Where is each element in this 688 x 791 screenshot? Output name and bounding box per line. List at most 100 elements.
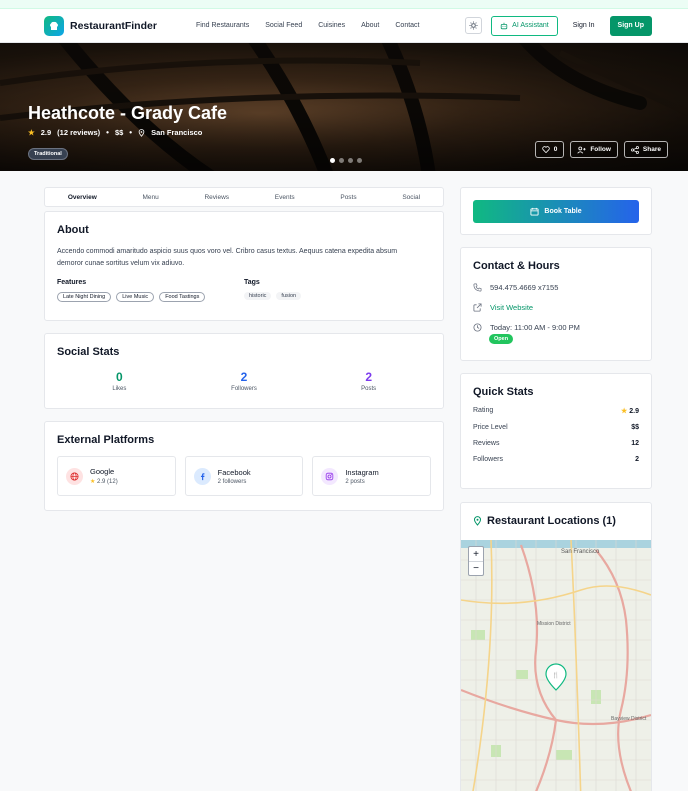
stat-value: 2 — [365, 370, 373, 384]
sun-icon — [469, 21, 478, 30]
ai-assistant-label: AI Assistant — [512, 22, 549, 29]
map-pin-icon — [138, 128, 145, 137]
phone-number[interactable]: 594.475.4669 x7155 — [490, 283, 558, 292]
rating-value: 2.9 — [40, 128, 52, 137]
website-row[interactable]: Visit Website — [473, 303, 639, 312]
nav-link-about[interactable]: About — [361, 22, 379, 29]
external-platforms-card: External Platforms Google ★ 2.9 (12) Fac… — [44, 421, 444, 511]
feature-chip: Food Tastings — [159, 292, 206, 302]
map-zoom-control: + − — [468, 546, 484, 576]
locations-title: Restaurant Locations (1) — [487, 515, 616, 527]
platform-detail: 2 posts — [345, 478, 365, 485]
hero-actions: 0 Follow Share — [534, 141, 668, 158]
tab-posts[interactable]: Posts — [340, 194, 356, 201]
share-button[interactable]: Share — [623, 141, 668, 158]
platform-google[interactable]: Google ★ 2.9 (12) — [57, 456, 176, 496]
quick-stat-row: Reviews 12 — [473, 440, 639, 447]
carousel-dot[interactable] — [357, 158, 362, 163]
locations-card: Restaurant Locations (1) San Francisco M… — [460, 502, 652, 791]
platform-name: Facebook — [217, 467, 251, 477]
quick-stat-value: 2 — [635, 456, 639, 463]
separator-dot: • — [129, 128, 133, 137]
contact-title: Contact & Hours — [473, 260, 560, 272]
social-stats-card: Social Stats 0 Likes 2 Followers 2 Posts — [44, 333, 444, 409]
theme-toggle-button[interactable] — [465, 17, 483, 34]
map-label: Bayview District — [611, 716, 647, 722]
quick-stats-title: Quick Stats — [473, 386, 534, 398]
map-pin-icon — [473, 516, 482, 526]
city-name: San Francisco — [151, 128, 203, 137]
tags-label: Tags — [244, 279, 260, 286]
feature-chip: Live Music — [116, 292, 155, 302]
logo-chef-icon — [44, 15, 64, 36]
map-label: San Francisco — [561, 549, 600, 555]
platform-detail: 2 followers — [217, 478, 247, 485]
platform-instagram[interactable]: Instagram 2 posts — [312, 456, 432, 496]
tab-overview[interactable]: Overview — [68, 194, 97, 201]
stat-label: Likes — [112, 386, 127, 392]
sign-up-button[interactable]: Sign Up — [609, 15, 652, 36]
price-level: $$ — [114, 128, 124, 137]
nav-link-cuisines[interactable]: Cuisines — [318, 22, 345, 29]
zoom-in-button[interactable]: + — [469, 547, 483, 561]
user-plus-icon — [577, 146, 586, 154]
like-button[interactable]: 0 — [534, 141, 565, 158]
stat-value: 0 — [115, 370, 123, 384]
website-link[interactable]: Visit Website — [490, 303, 533, 312]
phone-row[interactable]: 594.475.4669 x7155 — [473, 283, 639, 292]
sign-in-link[interactable]: Sign In — [567, 22, 601, 29]
tab-events[interactable]: Events — [275, 194, 295, 201]
review-count[interactable]: (12 reviews) — [57, 128, 100, 137]
carousel-dot[interactable] — [330, 158, 335, 163]
open-status-badge: Open — [489, 334, 514, 344]
quick-stat-row: Price Level $$ — [473, 424, 639, 431]
platform-detail: ★ 2.9 (12) — [90, 479, 118, 485]
star-icon: ★ — [28, 128, 35, 137]
like-count: 0 — [553, 146, 558, 153]
features-label: Features — [57, 279, 87, 286]
carousel-dot[interactable] — [348, 158, 353, 163]
location-map[interactable]: San Francisco Mission District Bayview D… — [461, 540, 651, 791]
about-description: Accendo commodi amaritudo aspicio suus q… — [57, 248, 398, 267]
instagram-icon — [321, 467, 339, 485]
ai-assistant-button[interactable]: AI Assistant — [491, 15, 558, 36]
tag-chip: historic — [244, 292, 272, 300]
zoom-out-button[interactable]: − — [469, 561, 483, 575]
quick-stat-label: Reviews — [473, 440, 500, 447]
restaurant-tabs: Overview Menu Reviews Events Posts Socia… — [44, 187, 444, 207]
tab-reviews[interactable]: Reviews — [204, 194, 229, 201]
stat-label: Followers — [231, 386, 257, 392]
tag-chip: fusion — [276, 292, 302, 300]
quick-stat-label: Price Level — [473, 424, 508, 431]
book-table-label: Book Table — [544, 208, 582, 215]
follow-label: Follow — [590, 146, 611, 153]
platform-facebook[interactable]: Facebook 2 followers — [184, 456, 304, 496]
book-table-button[interactable]: Book Table — [473, 200, 639, 223]
quick-stat-row: Rating ★ 2.9 — [473, 407, 639, 415]
quick-stat-value: 12 — [631, 440, 639, 447]
hours-row: Today: 11:00 AM - 9:00 PM — [473, 323, 639, 332]
nav-link-find-restaurants[interactable]: Find Restaurants — [196, 22, 249, 29]
stat-followers: 2 Followers — [182, 370, 307, 392]
cuisine-badge: Traditional — [28, 148, 68, 160]
tab-social[interactable]: Social — [402, 194, 420, 201]
quick-stats-card: Quick Stats Rating ★ 2.9 Price Level $$ … — [460, 373, 652, 489]
quick-stat-value: 2.9 — [629, 408, 639, 415]
nav-links: Find Restaurants Social Feed Cuisines Ab… — [196, 22, 420, 29]
clock-icon — [473, 323, 482, 332]
calendar-icon — [530, 207, 539, 216]
carousel-dot[interactable] — [339, 158, 344, 163]
tab-menu[interactable]: Menu — [143, 194, 159, 201]
external-platforms-title: External Platforms — [57, 434, 155, 446]
brand-logo[interactable]: RestaurantFinder — [44, 15, 157, 36]
map-tiles: San Francisco Mission District Bayview D… — [461, 540, 651, 791]
about-title: About — [57, 224, 89, 236]
follow-button[interactable]: Follow — [570, 141, 618, 158]
nav-link-contact[interactable]: Contact — [395, 22, 419, 29]
carousel-dots — [330, 158, 362, 163]
nav-link-social-feed[interactable]: Social Feed — [265, 22, 302, 29]
hours-text: Today: 11:00 AM - 9:00 PM — [490, 323, 580, 332]
brand-name: RestaurantFinder — [70, 19, 157, 32]
facebook-icon — [193, 467, 211, 485]
stat-value: 2 — [240, 370, 248, 384]
